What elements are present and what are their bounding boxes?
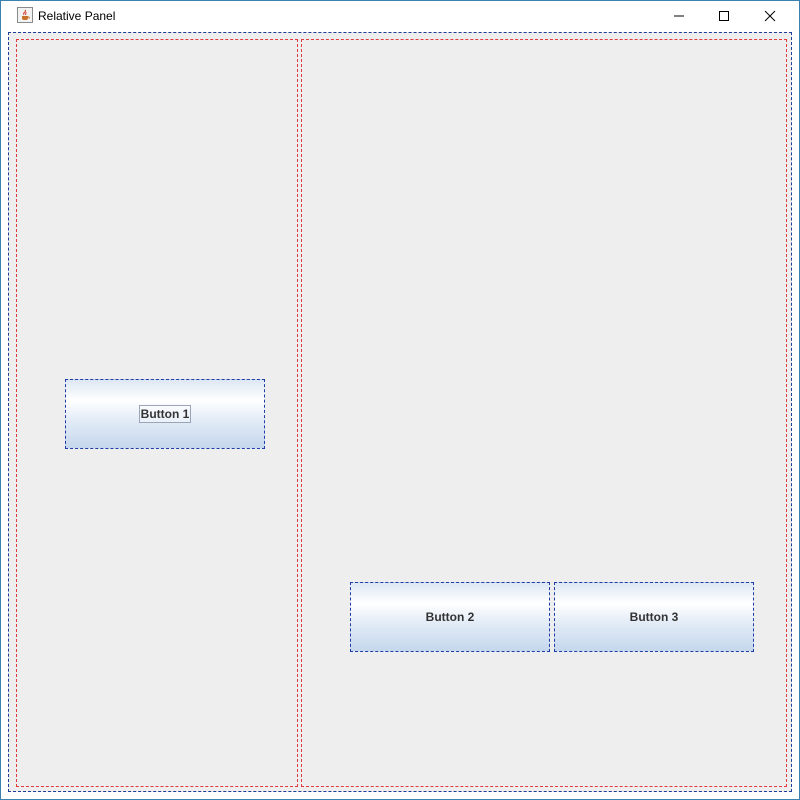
button-3[interactable]: Button 3: [554, 582, 754, 652]
left-panel: Button 1: [16, 39, 298, 787]
close-button[interactable]: [747, 1, 793, 31]
title-bar[interactable]: Relative Panel: [1, 1, 799, 31]
button-1-label: Button 1: [138, 405, 192, 423]
button-3-label: Button 3: [629, 610, 679, 624]
minimize-button[interactable]: [656, 1, 702, 31]
maximize-button[interactable]: [701, 1, 747, 31]
application-window: Relative Panel Button 1 Button 2 Button …: [0, 0, 800, 800]
maximize-icon: [719, 11, 729, 21]
minimize-icon: [674, 15, 684, 17]
window-title: Relative Panel: [38, 9, 116, 23]
button-1[interactable]: Button 1: [65, 379, 265, 449]
content-pane: Button 1 Button 2 Button 3: [8, 32, 792, 792]
close-icon: [764, 10, 776, 22]
java-app-icon: [17, 7, 33, 23]
button-2-label: Button 2: [425, 610, 475, 624]
button-2[interactable]: Button 2: [350, 582, 550, 652]
right-panel: Button 2 Button 3: [301, 39, 787, 787]
